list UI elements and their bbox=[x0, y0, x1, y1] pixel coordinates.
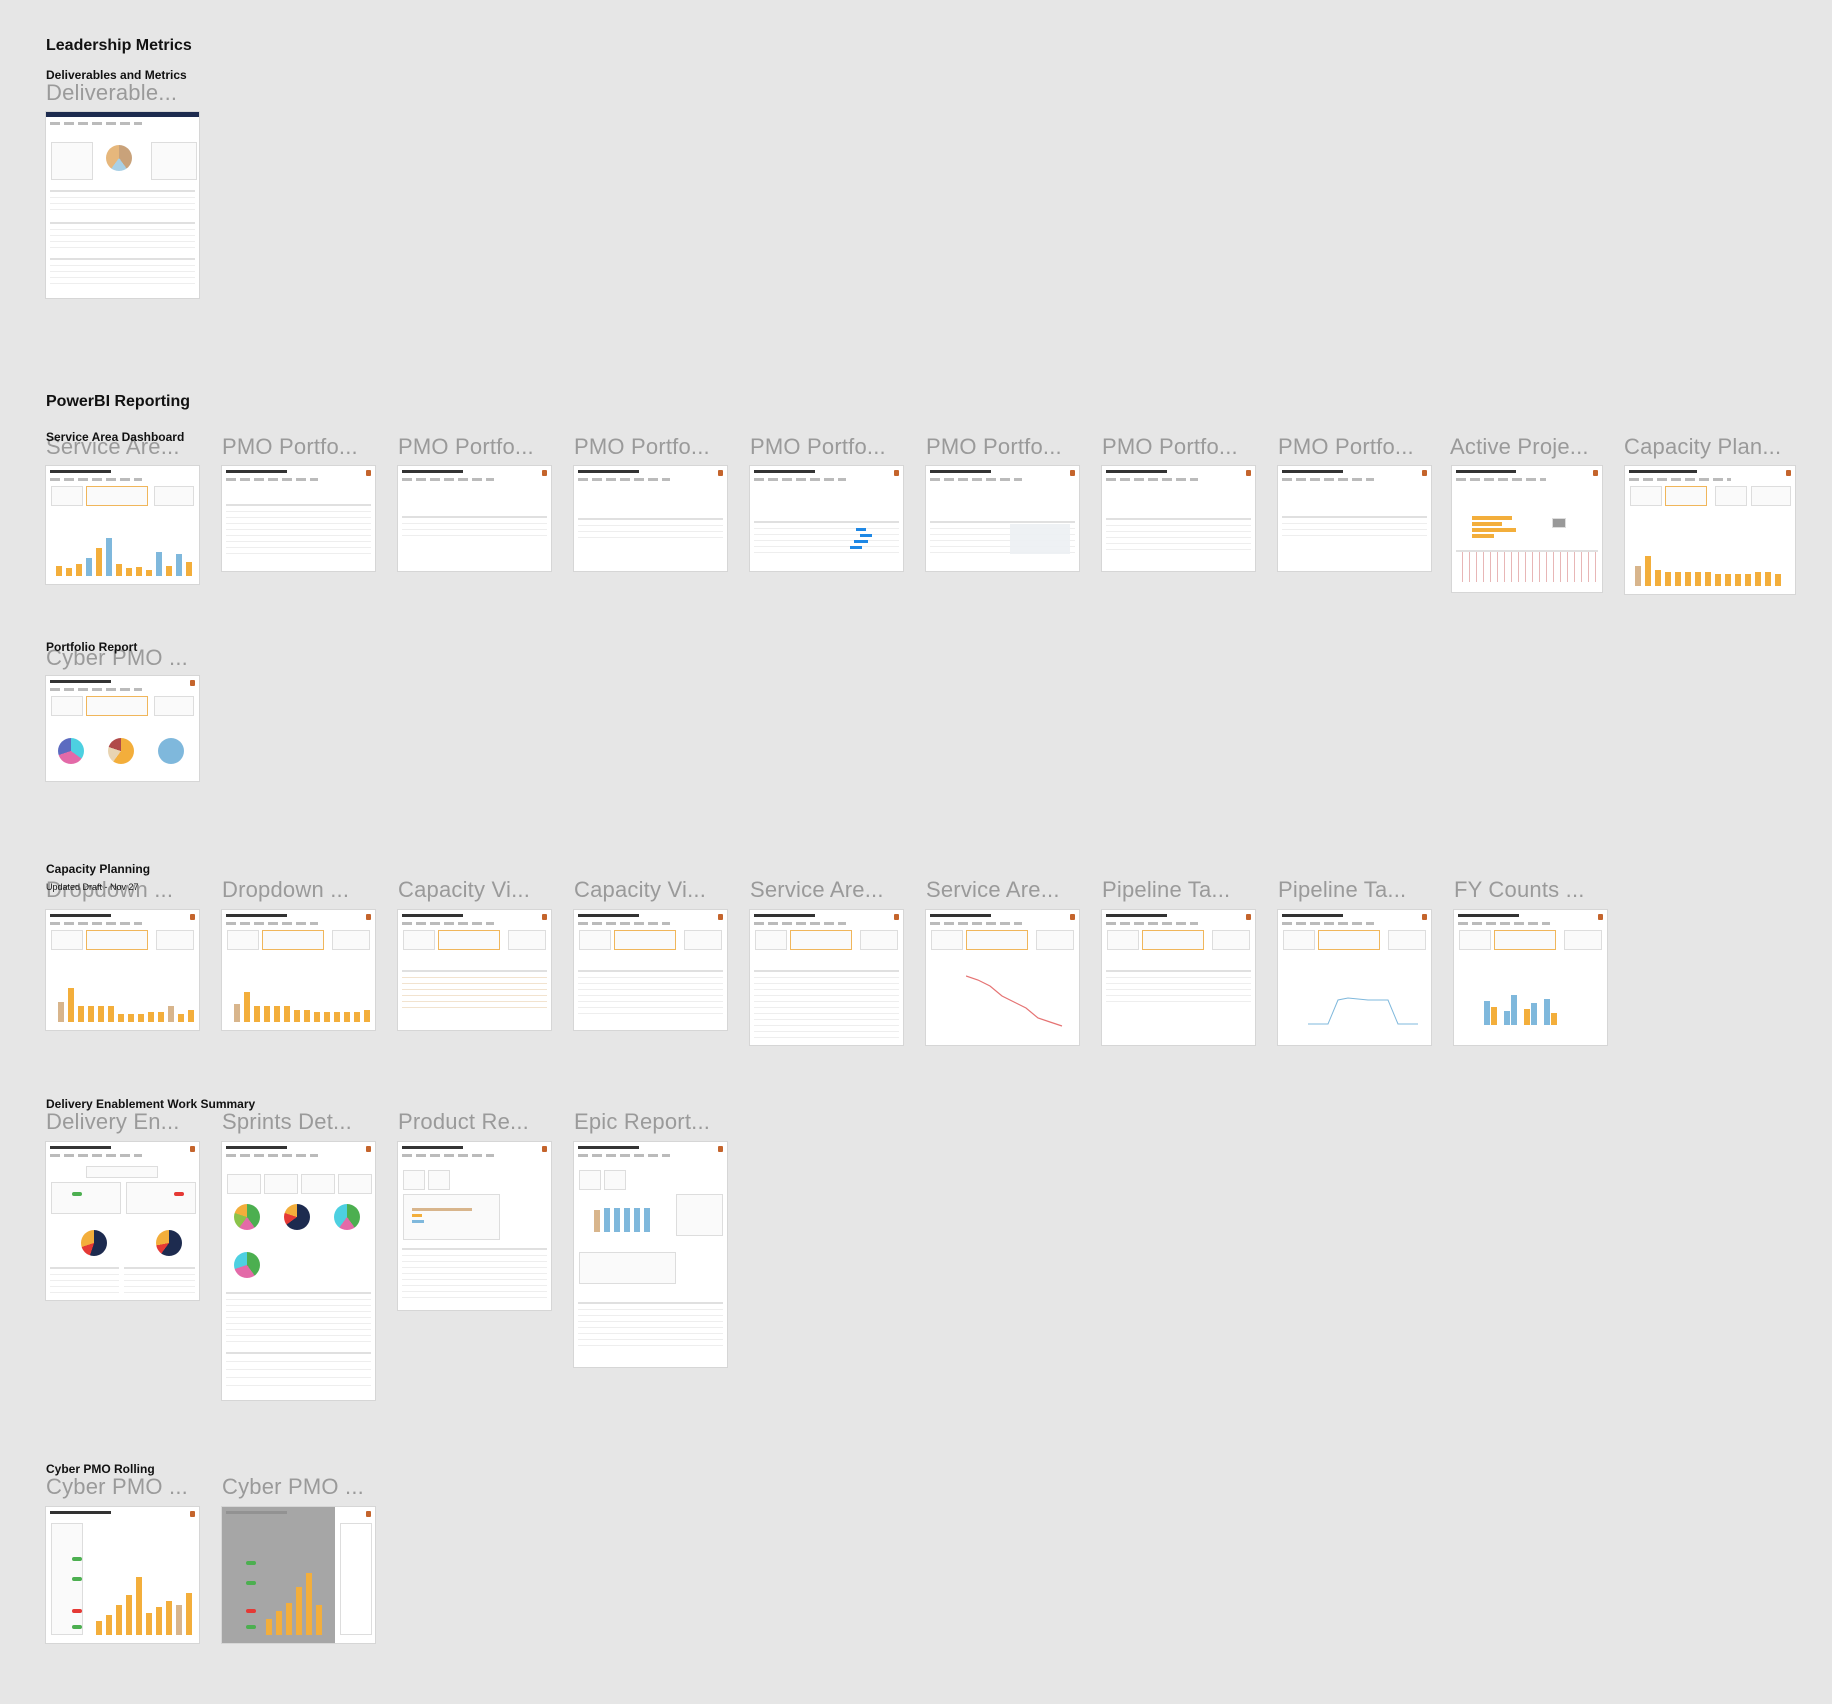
frame-name[interactable]: PMO Portfo... bbox=[222, 434, 397, 460]
frame-thumbnail[interactable] bbox=[222, 1507, 375, 1643]
group-label-service-area: Service Area Dashboard bbox=[46, 430, 185, 444]
frame-thumbnail[interactable] bbox=[1454, 910, 1607, 1045]
frame-thumbnail[interactable] bbox=[1278, 910, 1431, 1045]
frame-thumbnail[interactable] bbox=[222, 466, 375, 571]
frame-thumbnail[interactable] bbox=[46, 676, 199, 781]
frame-name[interactable]: Pipeline Ta... bbox=[1278, 877, 1453, 903]
group-label-portfolio: Portfolio Report bbox=[46, 640, 138, 654]
frame-name[interactable]: PMO Portfo... bbox=[398, 434, 573, 460]
frame-name[interactable]: PMO Portfo... bbox=[1278, 434, 1453, 460]
frame-thumbnail[interactable] bbox=[750, 466, 903, 571]
frame-thumbnail[interactable] bbox=[46, 112, 199, 298]
frame-thumbnail[interactable] bbox=[398, 466, 551, 571]
frame-thumbnail[interactable] bbox=[1625, 466, 1795, 594]
frame-name[interactable]: Cyber PMO ... bbox=[46, 1474, 221, 1500]
frame-thumbnail[interactable] bbox=[574, 910, 727, 1030]
frame-thumbnail[interactable] bbox=[1452, 466, 1602, 592]
frame-name[interactable]: Capacity Plan... bbox=[1624, 434, 1799, 460]
frame-name[interactable]: Service Are... bbox=[750, 877, 925, 903]
frame-thumbnail[interactable] bbox=[46, 910, 199, 1030]
frame-name[interactable]: PMO Portfo... bbox=[926, 434, 1101, 460]
frame-thumbnail[interactable] bbox=[1278, 466, 1431, 571]
frame-name[interactable]: Delivery En... bbox=[46, 1109, 221, 1135]
frame-thumbnail[interactable] bbox=[1102, 910, 1255, 1045]
frame-thumbnail[interactable] bbox=[398, 1142, 551, 1310]
section-title-leadership: Leadership Metrics bbox=[46, 37, 192, 54]
frame-name[interactable]: Epic Report... bbox=[574, 1109, 749, 1135]
frame-name[interactable]: Capacity Vi... bbox=[398, 877, 573, 903]
frame-name[interactable]: Cyber PMO ... bbox=[222, 1474, 397, 1500]
frame-name[interactable]: Deliverable... bbox=[46, 80, 221, 106]
frame-name[interactable]: FY Counts ... bbox=[1454, 877, 1629, 903]
frame-name[interactable]: Pipeline Ta... bbox=[1102, 877, 1277, 903]
frame-thumbnail[interactable] bbox=[222, 1142, 375, 1400]
frame-thumbnail[interactable] bbox=[926, 466, 1079, 571]
frame-thumbnail[interactable] bbox=[46, 1507, 199, 1643]
frame-thumbnail[interactable] bbox=[222, 910, 375, 1030]
frame-name[interactable]: Sprints Det... bbox=[222, 1109, 397, 1135]
frame-name[interactable]: Active Proje... bbox=[1450, 434, 1625, 460]
frame-thumbnail[interactable] bbox=[750, 910, 903, 1045]
frame-name[interactable]: PMO Portfo... bbox=[1102, 434, 1277, 460]
frame-name[interactable]: Product Re... bbox=[398, 1109, 573, 1135]
group-subtitle-capacity: Updated Draft - Nov 27 bbox=[46, 882, 139, 892]
frame-thumbnail[interactable] bbox=[574, 466, 727, 571]
frame-name[interactable]: Dropdown ... bbox=[222, 877, 397, 903]
frame-thumbnail[interactable] bbox=[574, 1142, 727, 1367]
frame-name[interactable]: PMO Portfo... bbox=[750, 434, 925, 460]
frame-thumbnail[interactable] bbox=[398, 910, 551, 1030]
frame-name[interactable]: Capacity Vi... bbox=[574, 877, 749, 903]
frame-thumbnail[interactable] bbox=[46, 1142, 199, 1300]
frame-name[interactable]: PMO Portfo... bbox=[574, 434, 749, 460]
frame-name[interactable]: Service Are... bbox=[926, 877, 1101, 903]
section-title-powerbi: PowerBI Reporting bbox=[46, 393, 191, 410]
frame-thumbnail[interactable] bbox=[1102, 466, 1255, 571]
section-title-capacity: Capacity Planning bbox=[46, 862, 151, 876]
frame-thumbnail[interactable] bbox=[926, 910, 1079, 1045]
frame-thumbnail[interactable] bbox=[46, 466, 199, 584]
